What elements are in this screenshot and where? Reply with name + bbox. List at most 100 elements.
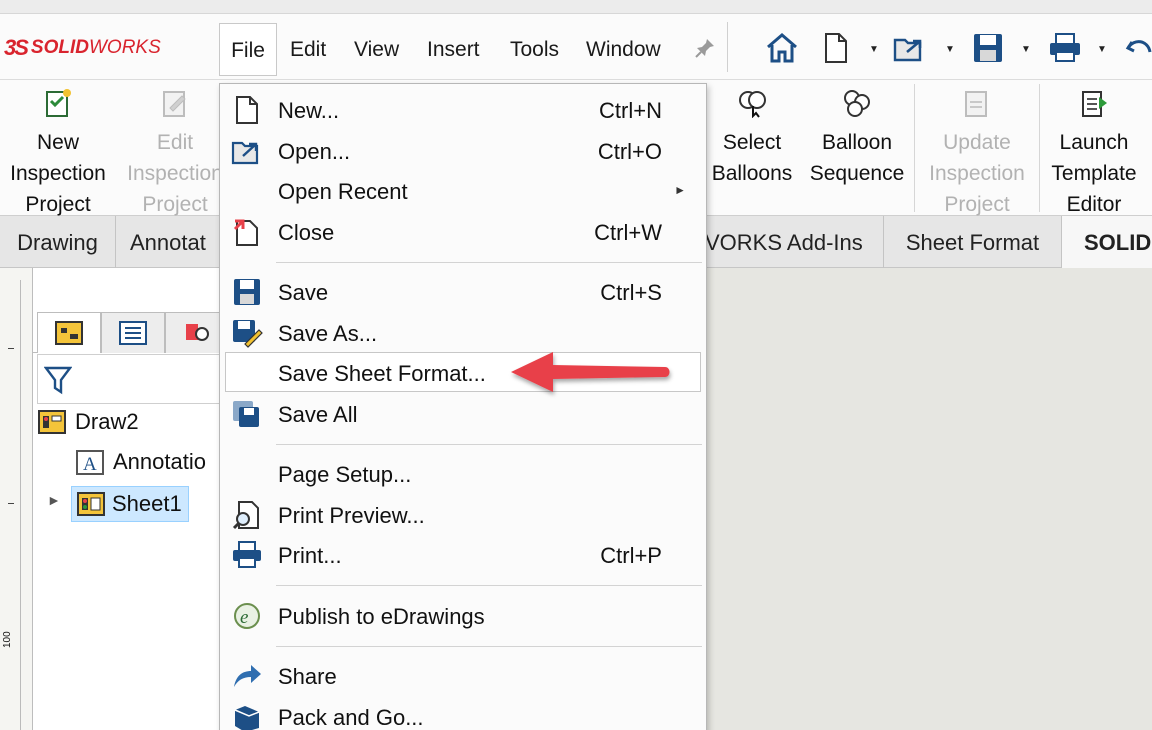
new-inspection-label: New Inspection Project	[10, 131, 106, 216]
save-as-icon	[233, 320, 263, 348]
tab-feature-tree[interactable]	[37, 312, 101, 353]
menu-item-save[interactable]: Save Ctrl+S	[220, 272, 706, 312]
open-dropdown-icon[interactable]: ▼	[945, 44, 955, 55]
menu-item-publish-edrawings[interactable]: e Publish to eDrawings	[220, 596, 706, 636]
feature-manager-panel: Draw2 A Annotatio ► Sheet1	[33, 268, 233, 730]
menubar-separator	[727, 22, 728, 72]
tree-label-sheet1: Sheet1	[112, 491, 182, 516]
print-icon[interactable]	[1048, 32, 1082, 64]
menu-label-open-recent: Open Recent	[278, 179, 408, 204]
vertical-ruler	[0, 268, 33, 730]
tree-item-sheet1[interactable]: Sheet1	[71, 486, 189, 522]
update-inspection-label: Update Inspection Project	[929, 131, 1025, 216]
new-document-icon[interactable]	[823, 32, 849, 64]
undo-icon[interactable]	[1124, 32, 1152, 64]
menu-item-print[interactable]: Print... Ctrl+P	[220, 535, 706, 575]
menu-file[interactable]: File	[219, 23, 277, 76]
menu-window[interactable]: Window	[586, 38, 661, 62]
svg-text:e: e	[240, 607, 248, 628]
property-manager-icon	[119, 321, 147, 345]
menu-insert[interactable]: Insert	[427, 38, 480, 62]
menu-separator	[276, 262, 702, 263]
filter-row	[37, 354, 233, 404]
menu-label-share: Share	[278, 664, 337, 689]
menu-item-pack-and-go[interactable]: Pack and Go...	[220, 697, 706, 730]
command-separator	[914, 84, 915, 212]
new-inspection-project-button[interactable]: New Inspection Project	[4, 88, 112, 220]
home-icon[interactable]	[765, 32, 799, 64]
tree-root-draw2[interactable]: Draw2	[37, 408, 139, 436]
select-balloons-label: Select Balloons	[711, 131, 793, 185]
pin-icon[interactable]	[693, 36, 717, 60]
solidworks-logo: 3S SOLIDWORKS	[4, 34, 161, 62]
shortcut-new: Ctrl+N	[599, 98, 662, 123]
menu-item-print-preview[interactable]: Print Preview...	[220, 495, 706, 535]
close-document-icon	[233, 219, 258, 246]
launch-template-icon	[1082, 91, 1107, 117]
menu-label-print-preview: Print Preview...	[278, 503, 425, 528]
callout-arrow-icon	[511, 352, 670, 392]
open-folder-icon	[231, 141, 259, 165]
update-inspection-icon	[965, 91, 987, 117]
launch-template-editor-button[interactable]: Launch Template Editor	[1044, 88, 1144, 220]
ruler-line	[20, 280, 21, 730]
tab-sheet-format[interactable]: Sheet Format	[884, 216, 1062, 268]
print-dropdown-icon[interactable]: ▼	[1097, 44, 1107, 55]
edit-inspection-project-button[interactable]: Edit Inspection Project	[122, 88, 228, 220]
menu-tools[interactable]: Tools	[510, 38, 559, 62]
menu-item-open[interactable]: Open... Ctrl+O	[220, 131, 706, 171]
edit-inspection-icon	[163, 91, 186, 117]
menu-view[interactable]: View	[354, 38, 399, 62]
tab-drawing[interactable]: Drawing	[0, 216, 116, 268]
tab-solidworks-add-ins[interactable]: VORKS Add-Ins	[700, 216, 884, 268]
svg-text:A: A	[83, 454, 97, 475]
ruler-label: 100	[2, 631, 13, 648]
menu-label-new: New...	[278, 98, 340, 123]
expand-arrow-icon[interactable]: ►	[47, 492, 61, 508]
menu-label-save-as: Save As...	[278, 321, 378, 346]
file-menu-dropdown: New... Ctrl+N Open... Ctrl+O Open Recent…	[219, 83, 707, 730]
menu-item-page-setup[interactable]: Page Setup...	[220, 454, 706, 494]
menu-separator	[276, 646, 702, 647]
tab-solidworks-inspection[interactable]: SOLID	[1062, 216, 1152, 268]
share-icon	[234, 665, 261, 687]
tree-label-annotations: Annotatio	[113, 449, 206, 474]
sheet-icon	[77, 492, 105, 516]
menu-separator	[276, 585, 702, 586]
tab-annotation[interactable]: Annotat	[116, 216, 226, 268]
ruler-tick	[8, 348, 14, 349]
menu-item-close[interactable]: Close Ctrl+W	[220, 212, 706, 252]
submenu-arrow-icon: ►	[674, 183, 686, 197]
open-folder-icon[interactable]	[893, 32, 927, 64]
save-all-icon	[233, 401, 259, 427]
new-document-icon	[236, 96, 258, 124]
balloon-sequence-label: Balloon Sequence	[809, 131, 905, 185]
menu-label-close: Close	[278, 220, 335, 245]
select-balloons-button[interactable]: Select Balloons	[707, 88, 797, 189]
menu-item-open-recent[interactable]: Open Recent ►	[220, 171, 706, 211]
filter-icon[interactable]	[44, 365, 72, 395]
save-dropdown-icon[interactable]: ▼	[1021, 44, 1031, 55]
new-dropdown-icon[interactable]: ▼	[869, 44, 879, 55]
save-icon[interactable]	[972, 32, 1004, 64]
menu-edit[interactable]: Edit	[290, 38, 326, 62]
feature-tree-icon	[55, 321, 83, 345]
tree-item-annotations[interactable]: A Annotatio	[75, 448, 206, 476]
command-separator	[1039, 84, 1040, 212]
feature-manager-tabs	[33, 304, 233, 353]
select-balloons-icon	[739, 91, 766, 119]
menu-label-pack-and-go: Pack and Go...	[278, 705, 424, 730]
menu-item-new[interactable]: New... Ctrl+N	[220, 90, 706, 130]
update-inspection-project-button[interactable]: Update Inspection Project	[922, 88, 1032, 220]
shortcut-open: Ctrl+O	[597, 139, 662, 164]
balloon-sequence-button[interactable]: Balloon Sequence	[806, 88, 908, 189]
menu-item-share[interactable]: Share	[220, 656, 706, 696]
configuration-manager-icon	[186, 324, 209, 341]
tab-property-manager[interactable]	[101, 312, 165, 353]
tree-label-draw2: Draw2	[75, 409, 139, 434]
menu-separator	[276, 444, 702, 445]
ruler-tick	[8, 503, 14, 504]
launch-template-label: Launch Template Editor	[1051, 131, 1137, 216]
drawing-document-icon	[38, 410, 66, 434]
shortcut-save: Ctrl+S	[600, 280, 662, 305]
